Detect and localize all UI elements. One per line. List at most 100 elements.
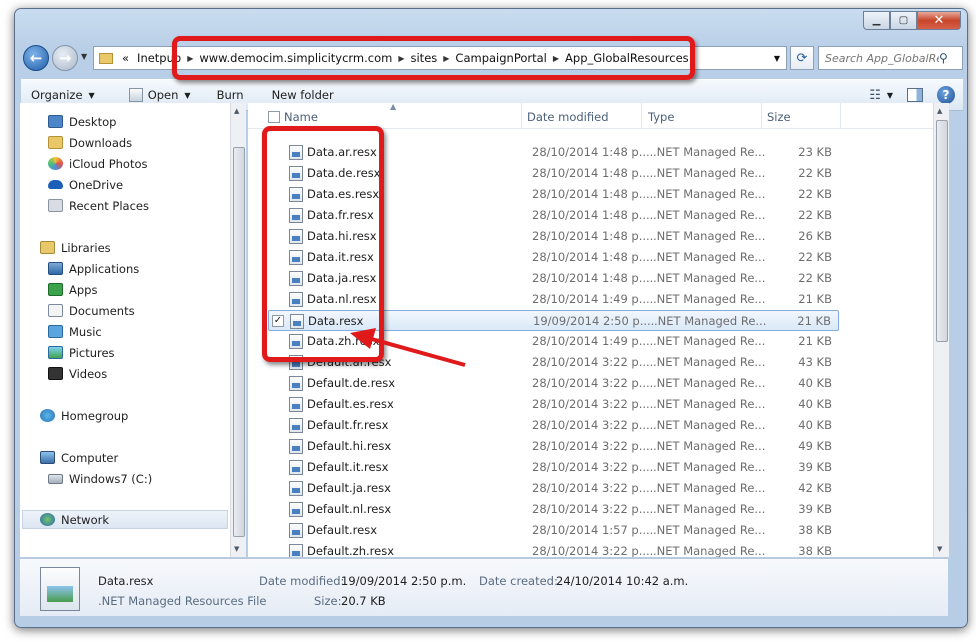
table-row[interactable]: Data.hi.resx 28/10/2014 1:48 p.... .NET Ma… (268, 226, 839, 247)
scroll-down-icon[interactable]: ▼ (234, 545, 239, 553)
column-header-type[interactable]: Type (648, 110, 674, 124)
open-button[interactable]: Open ▼ (119, 88, 201, 102)
nav-item-apps[interactable]: Apps (48, 280, 97, 299)
file-size: 22 KB (798, 187, 832, 201)
nav-item-label: Homegroup (61, 408, 129, 423)
organize-button[interactable]: Organize ▼ (21, 88, 105, 102)
breadcrumb-campaignportal[interactable]: CampaignPortal (451, 51, 550, 65)
column-divider[interactable] (761, 103, 762, 129)
search-icon[interactable]: ⚲ (939, 51, 948, 65)
file-type: .NET Managed Re... (653, 481, 766, 495)
details-pane: Data.resx .NET Managed Resources File Da… (20, 558, 948, 616)
search-input[interactable] (819, 51, 939, 65)
nav-item-recent-places[interactable]: Recent Places (48, 196, 149, 215)
nav-item-downloads[interactable]: Downloads (48, 133, 132, 152)
column-divider[interactable] (641, 103, 642, 129)
forward-button[interactable]: → (52, 45, 78, 71)
file-type: .NET Managed Re... (653, 145, 766, 159)
breadcrumb-sites[interactable]: sites (407, 51, 442, 65)
table-row[interactable]: Default.de.resx 28/10/2014 3:22 p.... .NET… (268, 373, 839, 394)
breadcrumb-separator-icon[interactable]: ▶ (185, 54, 195, 63)
chevron-down-icon[interactable]: ▼ (887, 91, 893, 100)
file-date-modified: 28/10/2014 1:48 p.... (532, 208, 654, 222)
column-header-date-modified[interactable]: Date modified (527, 110, 609, 124)
nav-item-network[interactable]: Network (22, 510, 228, 529)
nav-item-videos[interactable]: Videos (48, 364, 107, 383)
new-folder-button[interactable]: New folder (262, 88, 344, 102)
scrollbar-thumb[interactable] (936, 120, 948, 342)
table-row[interactable]: Default.ja.resx 28/10/2014 3:22 p.... .NET… (268, 478, 839, 499)
nav-item-pictures[interactable]: Pictures (48, 343, 115, 362)
table-row[interactable]: Default.es.resx 28/10/2014 3:22 p.... .NET… (268, 394, 839, 415)
table-row[interactable]: ✓ Data.resx 19/09/2014 2:50 p.... .NET Mana… (268, 310, 839, 331)
open-icon (128, 88, 143, 102)
nav-item-desktop[interactable]: Desktop (48, 112, 116, 131)
table-row[interactable]: Data.nl.resx 28/10/2014 1:49 p.... .NET Ma… (268, 289, 839, 310)
file-type: .NET Managed Re... (653, 355, 766, 369)
maximize-button[interactable]: ▢ (890, 11, 917, 30)
help-icon[interactable]: ? (937, 86, 955, 104)
resx-file-icon (289, 334, 303, 349)
scroll-up-icon[interactable]: ▲ (234, 107, 239, 115)
table-row[interactable]: Data.ar.resx 28/10/2014 1:48 p.... .NET Ma… (268, 142, 839, 163)
file-size: 40 KB (798, 418, 832, 432)
file-date-modified: 28/10/2014 3:22 p.... (532, 439, 654, 453)
select-all-checkbox[interactable] (268, 111, 280, 123)
breadcrumb-app-globalresources[interactable]: App_GlobalResources (561, 51, 693, 65)
table-row[interactable]: Data.es.resx 28/10/2014 1:48 p.... .NET Ma… (268, 184, 839, 205)
file-list-scrollbar[interactable]: ▲ ▼ (933, 103, 949, 557)
nav-item-label: Applications (69, 261, 140, 276)
chevron-down-icon[interactable]: ▼ (184, 91, 190, 100)
preview-pane-icon[interactable] (907, 88, 923, 102)
table-row[interactable]: Default.fr.resx 28/10/2014 3:22 p.... .NET… (268, 415, 839, 436)
nav-item-windows7-drive[interactable]: Windows7 (C:) (48, 469, 152, 488)
table-row[interactable]: Default.ar.resx 28/10/2014 3:22 p.... .NET… (268, 352, 839, 373)
view-options-icon[interactable]: ☷ (869, 88, 881, 103)
nav-item-applications[interactable]: Applications (48, 259, 139, 278)
column-header-size[interactable]: Size (767, 110, 791, 124)
drive-icon (48, 473, 63, 484)
breadcrumb-overflow[interactable]: « (118, 51, 133, 65)
back-button[interactable]: ← (23, 45, 49, 71)
address-bar[interactable]: « Inetpub ▶ www.democim.simplicitycrm.co… (93, 46, 787, 70)
nav-item-documents[interactable]: Documents (48, 301, 135, 320)
navigation-pane-scrollbar[interactable]: ▲ ▼ (230, 103, 246, 557)
nav-item-music[interactable]: Music (48, 322, 102, 341)
table-row[interactable]: Default.it.resx 28/10/2014 3:22 p.... .NET… (268, 457, 839, 478)
close-button[interactable]: ✕ (917, 11, 961, 30)
table-row[interactable]: Default.hi.resx 28/10/2014 3:22 p.... .NET… (268, 436, 839, 457)
table-row[interactable]: Default.zh.resx 28/10/2014 3:22 p.... .NET… (268, 541, 839, 557)
nav-item-computer[interactable]: Computer (40, 448, 118, 467)
refresh-button[interactable]: ⟳ (790, 46, 814, 70)
table-row[interactable]: Data.it.resx 28/10/2014 1:48 p.... .NET Ma… (268, 247, 839, 268)
scroll-up-icon[interactable]: ▲ (937, 107, 942, 115)
nav-item-homegroup[interactable]: Homegroup (40, 406, 128, 425)
address-dropdown-icon[interactable]: ▼ (774, 54, 780, 63)
column-divider[interactable] (521, 103, 522, 129)
file-type: .NET Managed Re... (653, 439, 766, 453)
table-row[interactable]: Data.fr.resx 28/10/2014 1:48 p.... .NET Ma… (268, 205, 839, 226)
file-name: Default.de.resx (307, 376, 396, 390)
breadcrumb-separator-icon[interactable]: ▶ (441, 54, 451, 63)
scroll-down-icon[interactable]: ▼ (937, 545, 942, 553)
recent-pages-dropdown-icon[interactable]: ▼ (81, 52, 87, 61)
column-divider[interactable] (840, 103, 841, 129)
breadcrumb-separator-icon[interactable]: ▶ (551, 54, 561, 63)
table-row[interactable]: Data.de.resx 28/10/2014 1:48 p.... .NET Ma… (268, 163, 839, 184)
nav-item-onedrive[interactable]: OneDrive (48, 175, 123, 194)
minimize-button[interactable]: ▁ (863, 11, 890, 30)
breadcrumb-inetpub[interactable]: Inetpub (133, 51, 185, 65)
breadcrumb-separator-icon[interactable]: ▶ (396, 54, 406, 63)
nav-item-libraries[interactable]: Libraries (40, 238, 111, 257)
file-name: Default.fr.resx (307, 418, 389, 432)
burn-button[interactable]: Burn (207, 88, 254, 102)
nav-item-icloud-photos[interactable]: iCloud Photos (48, 154, 148, 173)
breadcrumb-site[interactable]: www.democim.simplicitycrm.com (195, 51, 396, 65)
table-row[interactable]: Default.resx 28/10/2014 1:57 p.... .NET Ma… (268, 520, 839, 541)
column-header-name[interactable]: Name (284, 110, 318, 124)
scrollbar-thumb[interactable] (233, 147, 245, 537)
table-row[interactable]: Data.zh.resx 28/10/2014 1:49 p.... .NET Ma… (268, 331, 839, 352)
table-row[interactable]: Data.ja.resx 28/10/2014 1:48 p.... .NET Ma… (268, 268, 839, 289)
row-checkbox[interactable]: ✓ (272, 315, 284, 327)
table-row[interactable]: Default.nl.resx 28/10/2014 3:22 p.... .NET… (268, 499, 839, 520)
